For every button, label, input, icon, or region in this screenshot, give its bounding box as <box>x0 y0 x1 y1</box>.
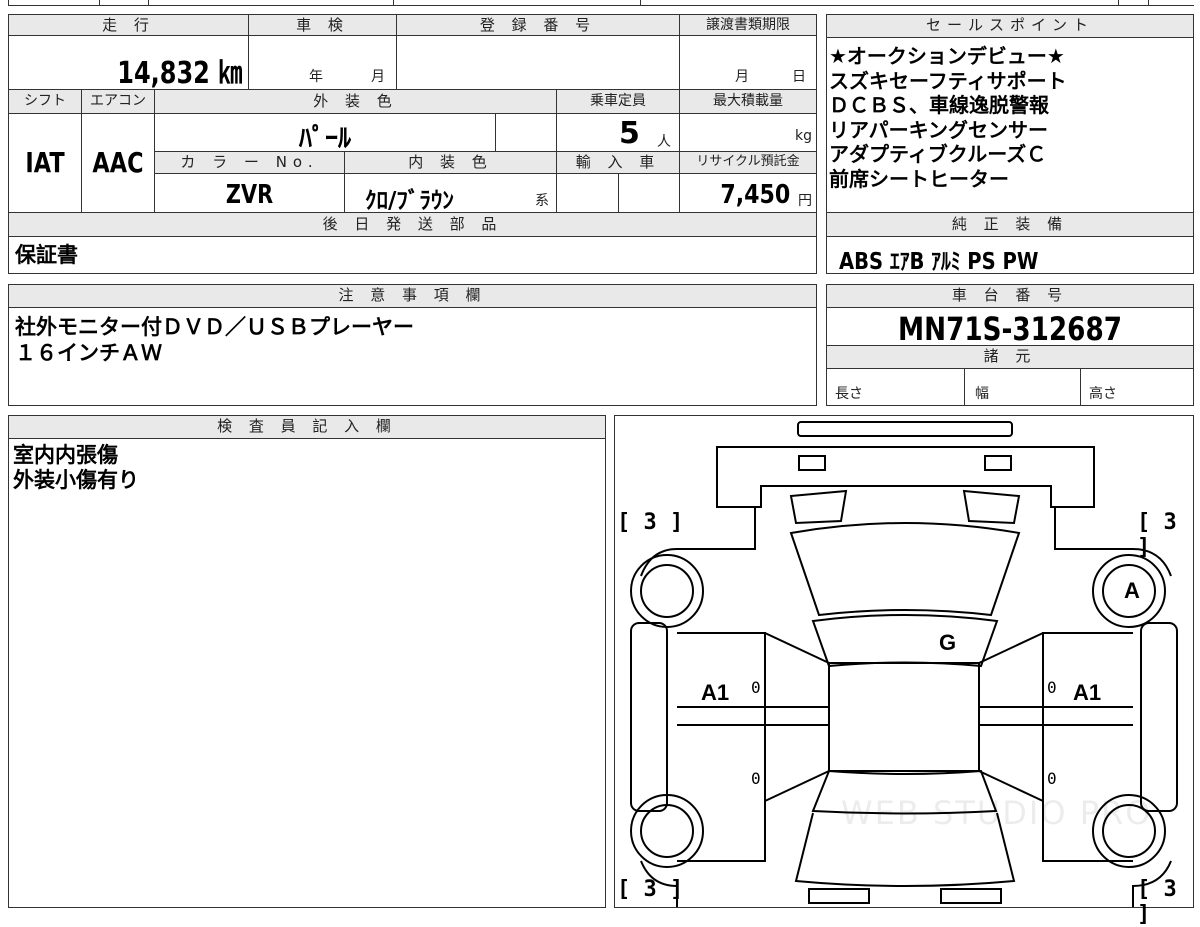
damage-mark-right-door: A1 <box>1073 680 1102 705</box>
registration-header: 登 録 番 号 <box>396 14 680 36</box>
mileage-value: 14,832 ㎞ <box>117 56 242 91</box>
shift-cell: IAT <box>8 113 82 213</box>
max-load-cell: kg <box>679 113 817 152</box>
max-load-unit: kg <box>795 128 812 144</box>
import-cell-left <box>556 173 619 213</box>
later-shipping-value: 保証書 <box>15 243 78 267</box>
sales-point-line: スズキセーフティサポート <box>829 68 1067 93</box>
import-cell-right <box>618 173 680 213</box>
interior-color-value: ｸﾛ/ﾌﾞﾗｳﾝ <box>365 188 454 214</box>
capacity-unit: 人 <box>657 134 671 150</box>
mileage-header: 走 行 <box>8 14 249 36</box>
exterior-color-value: ﾊﾟｰﾙ <box>298 124 351 154</box>
damage-mark-left-door: A1 <box>701 680 730 705</box>
aircon-header: エアコン <box>81 89 155 114</box>
notes-line: １６インチＡＷ <box>15 341 162 365</box>
aircon-value: AAC <box>92 146 144 179</box>
interior-color-cell: ｸﾛ/ﾌﾞﾗｳﾝ 系 <box>344 173 557 214</box>
transfer-deadline-cell: 月 日 <box>679 35 817 90</box>
later-shipping-cell: 保証書 <box>8 236 817 274</box>
top-edge-cells <box>8 0 1194 6</box>
tire-tread-rear-left: [ 3 ] <box>617 877 684 902</box>
import-header: 輸 入 車 <box>556 151 680 174</box>
exterior-color-cell: ﾊﾟｰﾙ <box>154 113 496 154</box>
specs-length-cell: 長さ <box>826 368 965 406</box>
chassis-cell: MN71S-312687 <box>826 307 1194 348</box>
exterior-color-sub-cell <box>495 113 557 152</box>
equipment-value: ABS ｴｱB ｱﾙﾐ PS PW <box>839 249 1039 275</box>
notes-cell: 社外モニター付ＤＶＤ／ＵＳＢプレーヤー １６インチＡＷ <box>8 307 817 406</box>
watermark: WEB STUDIO PRO <box>841 794 1153 832</box>
max-load-header: 最大積載量 <box>679 89 817 114</box>
shift-header: シフト <box>8 89 82 114</box>
car-outline-diagram <box>630 421 1178 907</box>
damage-diagram: [ 3 ] [ 3 ] [ 3 ] [ 3 ] G A A1 A1 0 0 0 … <box>614 415 1194 927</box>
sales-point-line: 前席シートヒーター <box>829 166 1009 191</box>
capacity-value: 5 <box>619 116 640 151</box>
shaken-month-label: 月 <box>371 69 385 85</box>
specs-width-label: 幅 <box>975 386 989 402</box>
specs-width-cell: 幅 <box>964 368 1081 406</box>
damage-mark-roof: G <box>939 630 957 655</box>
shaken-year-label: 年 <box>309 69 323 85</box>
inspector-cell: 室内内張傷 外装小傷有り <box>8 438 606 908</box>
damage-mark-right-front-tire: A <box>1124 578 1140 603</box>
zero-mark: 0 <box>751 769 761 788</box>
transfer-month-label: 月 <box>735 69 749 85</box>
recycle-fee-value: 7,450 <box>720 180 790 210</box>
transfer-deadline-header: 譲渡書類期限 <box>679 14 817 36</box>
zero-mark: 0 <box>1047 678 1057 697</box>
sales-points-box: ★オークションデビュー★ スズキセーフティサポート ＤＣＢＳ、車線逸脱警報 リア… <box>826 37 1194 213</box>
interior-color-suffix: 系 <box>535 193 549 209</box>
specs-height-label: 高さ <box>1089 386 1117 402</box>
chassis-value: MN71S-312687 <box>898 310 1122 348</box>
mileage-cell: 14,832 ㎞ <box>8 35 249 91</box>
color-no-header: カ ラ ー No. <box>154 151 345 174</box>
inspector-line: 室内内張傷 <box>13 443 118 467</box>
transfer-day-label: 日 <box>792 69 806 85</box>
chassis-header: 車 台 番 号 <box>826 284 1194 308</box>
sales-point-line: ★オークションデビュー★ <box>829 44 1065 68</box>
sales-points-header: セールスポイント <box>826 14 1194 38</box>
notes-header: 注 意 事 項 欄 <box>8 284 817 308</box>
shaken-cell: 年 月 <box>248 35 397 90</box>
tire-tread-rear-right: [ 3 ] <box>1137 877 1177 927</box>
notes-line: 社外モニター付ＤＶＤ／ＵＳＢプレーヤー <box>15 315 414 339</box>
aircon-cell: AAC <box>81 113 155 213</box>
capacity-header: 乗車定員 <box>556 89 680 114</box>
zero-mark: 0 <box>751 678 761 697</box>
zero-mark: 0 <box>1047 769 1057 788</box>
sales-point-line: リアパーキングセンサー <box>829 117 1048 142</box>
shaken-header: 車 検 <box>248 14 397 36</box>
tire-tread-front-left: [ 3 ] <box>617 510 684 535</box>
equipment-cell: ABS ｴｱB ｱﾙﾐ PS PW <box>826 236 1194 275</box>
tire-tread-front-right: [ 3 ] <box>1137 510 1177 560</box>
recycle-cell: 7,450 円 <box>679 173 817 213</box>
interior-color-header: 内 装 色 <box>344 151 557 174</box>
specs-header: 諸 元 <box>826 345 1194 369</box>
recycle-fee-unit: 円 <box>798 193 812 209</box>
shift-value: IAT <box>25 146 65 179</box>
specs-length-label: 長さ <box>835 386 863 402</box>
color-no-cell: ZVR <box>154 173 345 213</box>
sales-point-line: アダプティブクルーズＣ <box>829 142 1047 166</box>
later-shipping-header: 後 日 発 送 部 品 <box>8 212 817 237</box>
capacity-cell: 5 人 <box>556 113 680 152</box>
recycle-header: リサイクル預託金 <box>679 151 817 174</box>
equipment-header: 純 正 装 備 <box>826 212 1194 237</box>
specs-height-cell: 高さ <box>1080 368 1194 406</box>
sales-point-line: ＤＣＢＳ、車線逸脱警報 <box>829 93 1049 117</box>
exterior-color-header: 外 装 色 <box>154 89 557 114</box>
inspector-line: 外装小傷有り <box>13 468 139 492</box>
registration-cell <box>396 35 680 90</box>
inspector-header: 検 査 員 記 入 欄 <box>8 415 606 439</box>
color-no-value: ZVR <box>225 180 274 210</box>
